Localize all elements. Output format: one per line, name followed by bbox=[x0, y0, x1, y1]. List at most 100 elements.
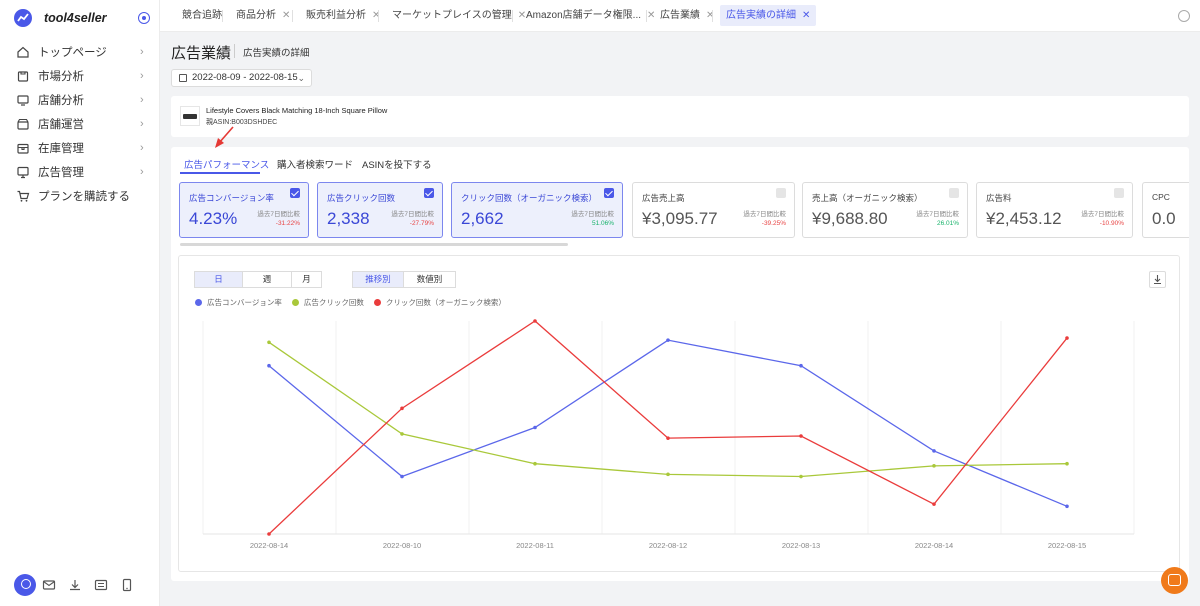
data-point[interactable] bbox=[533, 319, 537, 323]
clock-icon[interactable] bbox=[1178, 10, 1190, 22]
kpi-ad-conversion-rate[interactable]: 広告コンバージョン率 4.23% 過去7日間比較 -31.22% bbox=[179, 182, 309, 238]
kpi-value: ¥3,095.77 bbox=[642, 209, 718, 228]
kpi-value: ¥9,688.80 bbox=[812, 209, 888, 228]
tab-separator bbox=[646, 10, 647, 22]
x-tick-label: 2022-08-12 bbox=[649, 541, 687, 550]
kpi-value: ¥2,453.12 bbox=[986, 209, 1062, 228]
data-point[interactable] bbox=[400, 432, 404, 436]
sidebar-footer bbox=[14, 574, 134, 596]
tab-label: 競合追跡 bbox=[182, 10, 222, 21]
kpi-ad-clicks[interactable]: 広告クリック回数 2,338 過去7日間比較 -27.79% bbox=[317, 182, 443, 238]
kpi-checkbox[interactable] bbox=[424, 188, 434, 198]
kpi-title: 広告売上高 bbox=[642, 193, 685, 203]
series-line-2[interactable] bbox=[268, 320, 1068, 535]
data-point[interactable] bbox=[799, 434, 803, 438]
api-icon[interactable] bbox=[94, 578, 108, 592]
kpi-change: 51.06% bbox=[591, 220, 614, 227]
chevron-right-icon: › bbox=[140, 142, 144, 154]
x-tick-label: 2022-08-14 bbox=[915, 541, 953, 550]
sidebar-item-market[interactable]: 市場分析 › bbox=[0, 64, 159, 88]
sidebar-item-inventory[interactable]: 在庫管理 › bbox=[0, 136, 159, 160]
data-point[interactable] bbox=[799, 363, 803, 368]
avatar[interactable] bbox=[14, 574, 36, 596]
date-range-picker[interactable]: 2022-08-09 - 2022-08-15 ⌄ bbox=[171, 69, 312, 87]
chart-container: 日 週 月 推移別 数値別 広告コンバージョン率 広告クリック回数 クリック回数… bbox=[178, 255, 1180, 572]
close-icon[interactable]: ✕ bbox=[706, 10, 714, 21]
target-icon[interactable] bbox=[138, 12, 150, 24]
close-icon[interactable]: ✕ bbox=[372, 10, 380, 21]
tab-amazon-permission[interactable]: Amazon店舗データ権限... ✕ bbox=[520, 5, 661, 26]
product-name[interactable]: Lifestyle Covers Black Matching 18-Inch … bbox=[206, 106, 387, 115]
tab-ad-performance[interactable]: 広告業績 ✕ bbox=[654, 5, 720, 26]
chevron-right-icon: › bbox=[140, 94, 144, 106]
tab-competitor-tracking[interactable]: 競合追跡 bbox=[176, 5, 228, 26]
ad-performance-panel: 広告パフォーマンス 購入者検索ワード ASINを投下する 広告コンバージョン率 … bbox=[171, 126, 1189, 581]
kpi-checkbox[interactable] bbox=[949, 188, 959, 198]
data-point[interactable] bbox=[1065, 461, 1069, 466]
kpi-checkbox[interactable] bbox=[776, 188, 786, 198]
kpi-organic-sales[interactable]: 売上高（オーガニック検索） ¥9,688.80 過去7日間比較 26.01% bbox=[802, 182, 968, 238]
sidebar-item-label: 店舗運営 bbox=[38, 119, 84, 131]
sidebar-item-top[interactable]: トップページ › bbox=[0, 40, 159, 64]
tab-marketplace[interactable]: マーケットプレイスの管理 ✕ bbox=[386, 5, 532, 26]
subtab-ad-performance[interactable]: 広告パフォーマンス bbox=[184, 157, 269, 171]
kpi-title: 広告コンバージョン率 bbox=[189, 193, 274, 203]
brand[interactable]: tool4seller bbox=[0, 0, 159, 36]
kpi-checkbox[interactable] bbox=[1114, 188, 1124, 198]
data-point[interactable] bbox=[400, 474, 404, 479]
kpi-change: -39.25% bbox=[761, 220, 786, 227]
data-point[interactable] bbox=[932, 464, 936, 468]
kpi-ad-sales[interactable]: 広告売上高 ¥3,095.77 過去7日間比較 -39.25% bbox=[632, 182, 795, 238]
tab-separator bbox=[222, 10, 223, 22]
close-icon[interactable]: ✕ bbox=[802, 10, 810, 21]
data-point[interactable] bbox=[1065, 336, 1069, 340]
kpi-checkbox[interactable] bbox=[604, 188, 614, 198]
sidebar-item-subscribe[interactable]: プランを購読する bbox=[0, 184, 159, 208]
data-point[interactable] bbox=[932, 449, 936, 453]
data-point[interactable] bbox=[267, 363, 271, 368]
data-point[interactable] bbox=[799, 474, 803, 479]
data-point[interactable] bbox=[533, 425, 537, 430]
kpi-compare-label: 過去7日間比較 bbox=[571, 211, 614, 218]
kpi-title: 売上高（オーガニック検索） bbox=[812, 193, 923, 203]
data-point[interactable] bbox=[267, 340, 271, 345]
data-point[interactable] bbox=[533, 461, 537, 466]
kpi-checkbox[interactable] bbox=[290, 188, 300, 198]
store-analysis-icon bbox=[17, 95, 29, 106]
tab-label: 広告業績 bbox=[660, 10, 700, 21]
mobile-icon[interactable] bbox=[120, 578, 134, 592]
tab-product-analysis[interactable]: 商品分析 ✕ bbox=[230, 5, 296, 26]
data-point[interactable] bbox=[1065, 504, 1069, 509]
chevron-right-icon: › bbox=[140, 46, 144, 58]
kpi-scrollbar[interactable] bbox=[180, 243, 568, 246]
data-point[interactable] bbox=[932, 502, 936, 506]
kpi-ad-spend[interactable]: 広告料 ¥2,453.12 過去7日間比較 -10.90% bbox=[976, 182, 1133, 238]
chevron-right-icon: › bbox=[140, 118, 144, 130]
data-point[interactable] bbox=[666, 338, 670, 342]
product-thumbnail[interactable] bbox=[180, 106, 200, 126]
envelope-icon[interactable] bbox=[42, 578, 56, 592]
series-line-0[interactable] bbox=[268, 339, 1068, 507]
tab-ad-detail[interactable]: 広告実績の詳細 ✕ bbox=[720, 5, 817, 26]
tab-sales-profit[interactable]: 販売利益分析 ✕ bbox=[300, 5, 386, 26]
data-point[interactable] bbox=[267, 532, 271, 536]
chat-support-button[interactable] bbox=[1161, 567, 1188, 594]
sidebar-item-store-ops[interactable]: 店舗運営 › bbox=[0, 112, 159, 136]
sidebar-item-store-analysis[interactable]: 店舗分析 › bbox=[0, 88, 159, 112]
close-icon[interactable]: ✕ bbox=[282, 10, 290, 21]
kpi-cpc[interactable]: CPC 0.0 bbox=[1142, 182, 1189, 238]
data-point[interactable] bbox=[400, 406, 404, 411]
sidebar-item-label: 市場分析 bbox=[38, 71, 84, 83]
kpi-change: -31.22% bbox=[275, 220, 300, 227]
data-point[interactable] bbox=[666, 472, 670, 477]
tab-separator bbox=[378, 10, 379, 22]
data-point[interactable] bbox=[666, 436, 670, 440]
download-icon[interactable] bbox=[68, 578, 82, 592]
sidebar-item-ads[interactable]: 広告管理 › bbox=[0, 160, 159, 184]
home-icon bbox=[17, 46, 29, 58]
divider bbox=[234, 44, 235, 58]
kpi-organic-clicks[interactable]: クリック回数（オーガニック検索） 2,662 過去7日間比較 51.06% bbox=[451, 182, 623, 238]
subtab-search-terms[interactable]: 購入者検索ワード bbox=[277, 157, 353, 171]
kpi-compare-label: 過去7日間比較 bbox=[391, 211, 434, 218]
subtab-asin-targeting[interactable]: ASINを投下する bbox=[362, 157, 432, 171]
